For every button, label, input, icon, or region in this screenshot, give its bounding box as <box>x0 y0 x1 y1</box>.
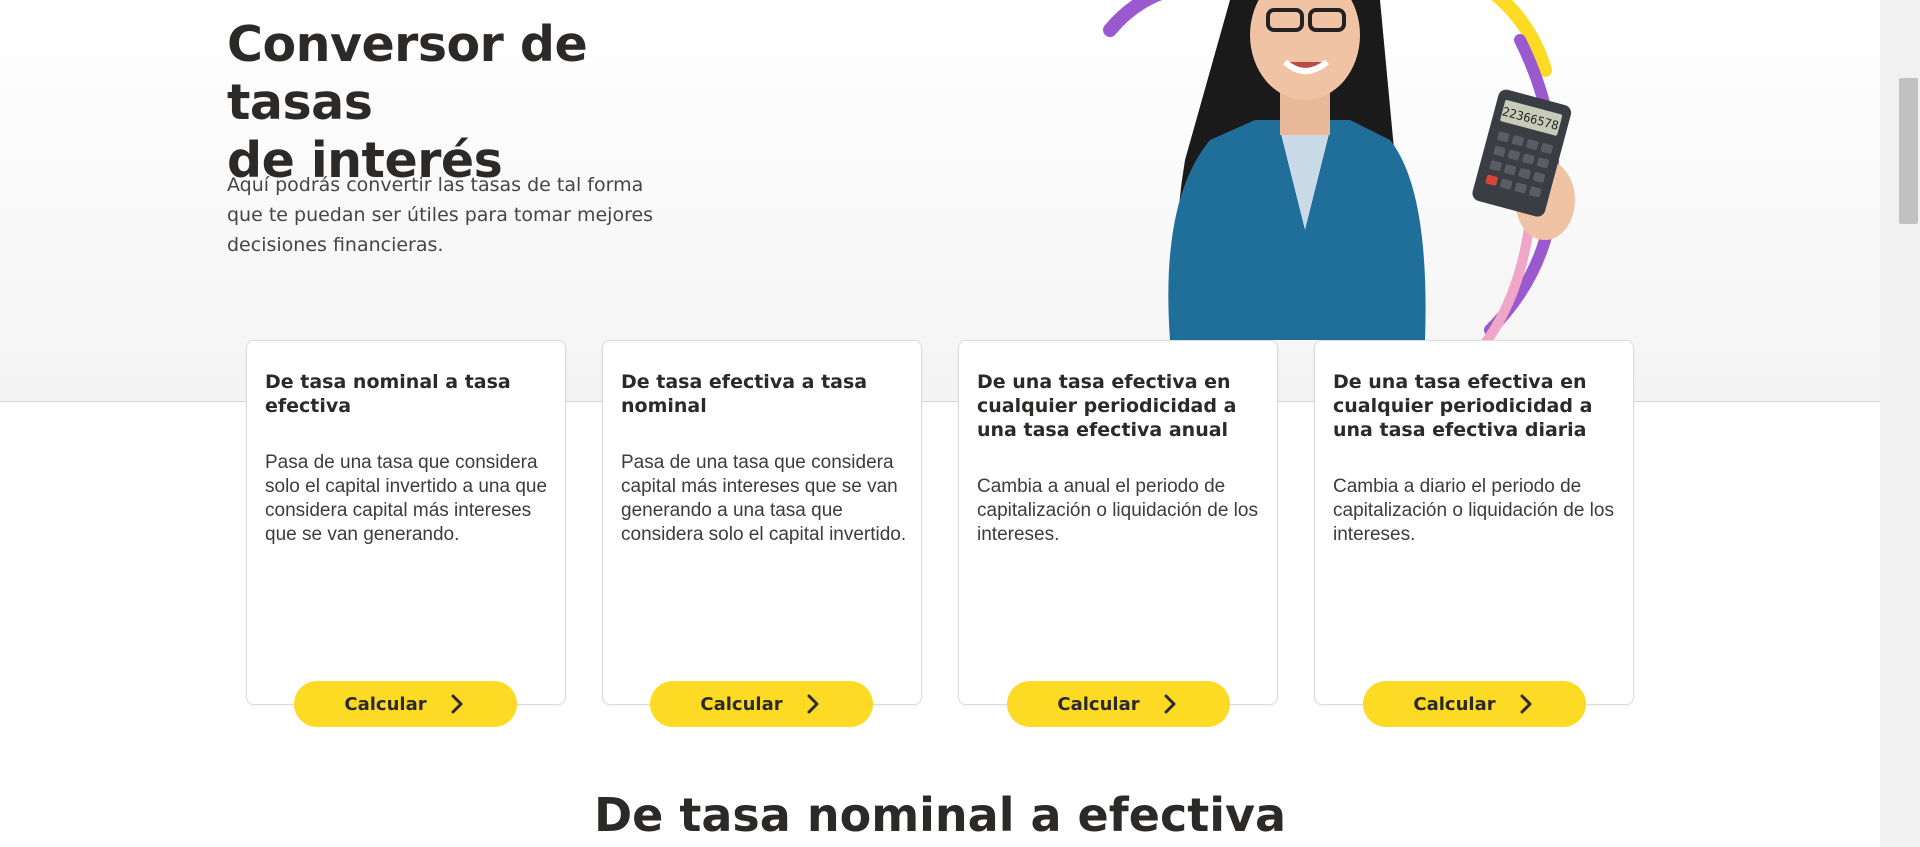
converter-card-effective-to-daily: De una tasa efectiva en cualquier period… <box>1314 340 1634 705</box>
converter-card-nominal-to-effective: De tasa nominal a tasa efectiva Pasa de … <box>246 340 566 705</box>
calculate-button-label: Calcular <box>1413 693 1496 715</box>
chevron-right-icon <box>807 694 819 714</box>
card-title: De una tasa efectiva en cualquier period… <box>1333 371 1593 441</box>
card-title: De tasa nominal a tasa efectiva <box>265 371 511 417</box>
smile-shape <box>1282 59 1329 74</box>
converter-card-effective-to-annual: De una tasa efectiva en cualquier period… <box>958 340 1278 705</box>
calculate-button-label: Calcular <box>344 693 427 715</box>
calculate-button-nominal-to-effective[interactable]: Calcular <box>294 681 517 727</box>
section-title: De tasa nominal a efectiva <box>594 788 1286 842</box>
hero-description: Aquí podrás convertir las tasas de tal f… <box>227 174 654 256</box>
chevron-right-icon <box>1520 694 1532 714</box>
chevron-right-icon <box>451 694 463 714</box>
page-title: Conversor de tasas de interés <box>227 16 747 190</box>
decorative-arc-purple <box>1103 0 1163 37</box>
card-description: Cambia a diario el periodo de capitaliza… <box>1333 476 1614 545</box>
card-description: Pasa de una tasa que considera solo el c… <box>265 452 548 545</box>
chevron-right-icon <box>1164 694 1176 714</box>
converter-card-effective-to-nominal: De tasa efectiva a tasa nominal Pasa de … <box>602 340 922 705</box>
page-title-line-1: Conversor de tasas <box>227 16 588 131</box>
calculate-button-label: Calcular <box>1057 693 1140 715</box>
calculate-button-effective-to-annual[interactable]: Calcular <box>1007 681 1230 727</box>
scrollbar-thumb[interactable] <box>1899 78 1918 224</box>
card-description: Pasa de una tasa que considera capital m… <box>621 452 907 545</box>
calculate-button-effective-to-nominal[interactable]: Calcular <box>650 681 873 727</box>
page-viewport: Conversor de tasas de interés Aquí podrá… <box>0 0 1880 847</box>
card-description: Cambia a anual el periodo de capitalizac… <box>977 476 1258 545</box>
calculate-button-label: Calcular <box>700 693 783 715</box>
card-title: De una tasa efectiva en cualquier period… <box>977 371 1237 441</box>
calculate-button-effective-to-daily[interactable]: Calcular <box>1363 681 1586 727</box>
card-title: De tasa efectiva a tasa nominal <box>621 371 868 417</box>
